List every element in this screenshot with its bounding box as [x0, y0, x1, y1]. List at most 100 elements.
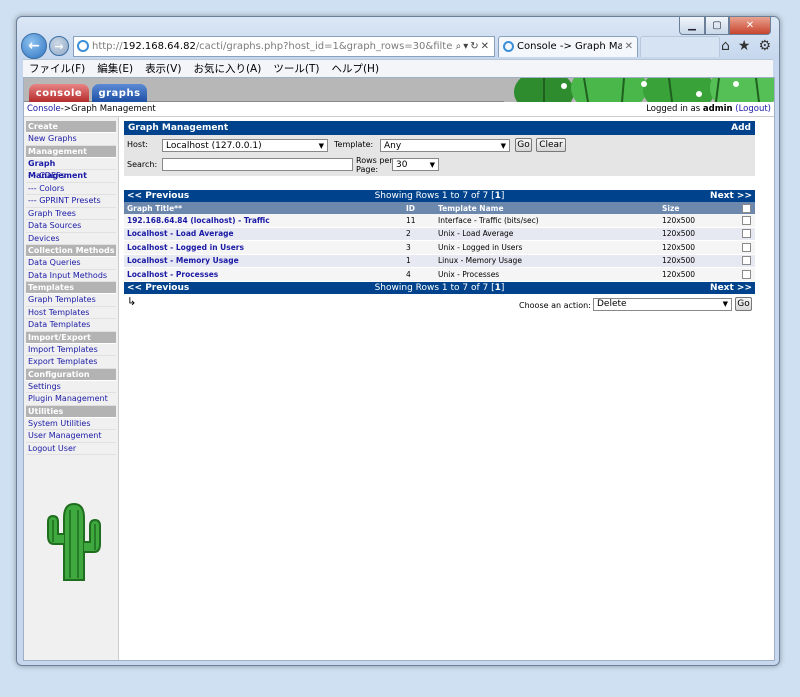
login-status: Logged in as admin (Logout) — [646, 104, 771, 114]
go-filter-button[interactable]: Go — [515, 138, 532, 152]
sidebar-item-gprint-presets[interactable]: --- GPRINT Presets — [26, 195, 116, 208]
column-id[interactable]: ID — [406, 204, 436, 213]
previous-page-link[interactable]: << Previous — [127, 191, 287, 201]
panel-title: Graph Management — [128, 123, 229, 133]
graph-title-link[interactable]: Localhost - Memory Usage — [124, 256, 406, 265]
navigation-bar: ← → http://192.168.64.82/cacti/graphs.ph… — [21, 33, 775, 59]
star-icon[interactable]: ★ — [738, 38, 751, 54]
sidebar-item-settings[interactable]: Settings — [26, 381, 116, 393]
tab-graphs[interactable]: graphs — [92, 84, 147, 102]
row-checkbox[interactable] — [738, 215, 755, 225]
graph-title-link[interactable]: Localhost - Processes — [124, 270, 406, 279]
sidebar-item-devices[interactable]: Devices — [26, 233, 116, 245]
pager-bracket: ] — [500, 282, 505, 293]
clear-filter-button[interactable]: Clear — [536, 138, 566, 152]
table-row: Localhost - Memory Usage 1 Linux - Memory … — [124, 254, 755, 268]
sidebar-item-new-graphs[interactable]: New Graphs — [26, 133, 116, 146]
sidebar-item-data-sources[interactable]: Data Sources — [26, 220, 116, 233]
template-select[interactable]: Any ▼ — [380, 139, 510, 152]
back-arrow-icon[interactable]: ← — [21, 33, 47, 59]
row-checkbox[interactable] — [738, 242, 755, 252]
main-content: Graph Management Add Host: Localhost (12… — [119, 117, 774, 660]
rows-per-page-select[interactable]: 30 ▼ — [392, 158, 439, 171]
menu-help[interactable]: ヘルプ(H) — [325, 61, 385, 76]
breadcrumb-console-link[interactable]: Console — [27, 104, 61, 114]
sidebar-item-graph-management[interactable]: Graph Management — [26, 158, 116, 180]
next-page-link[interactable]: Next >> — [592, 283, 752, 293]
sidebar-item-system-utilities[interactable]: System Utilities — [26, 418, 116, 430]
logout-link[interactable]: (Logout) — [735, 104, 771, 114]
gear-icon[interactable]: ⚙ — [758, 38, 771, 54]
address-tools-icon[interactable]: ⌕▾↻✕ — [456, 41, 491, 52]
graph-title-link[interactable]: 192.168.64.84 (localhost) - Traffic — [124, 216, 406, 225]
cacti-logo — [44, 496, 104, 586]
sidebar-item-graph-templates[interactable]: Graph Templates — [26, 294, 116, 307]
menu-edit[interactable]: 編集(E) — [91, 61, 139, 76]
sidebar-item-plugin-management[interactable]: Plugin Management — [26, 393, 116, 406]
browser-tab[interactable]: Console -> Graph Mana... ✕ — [498, 35, 638, 57]
next-page-link[interactable]: Next >> — [592, 191, 752, 201]
graph-id: 2 — [406, 229, 411, 239]
sidebar-item-data-queries[interactable]: Data Queries — [26, 257, 116, 270]
table-row: Localhost - Processes 4 Unix - Processes 12… — [124, 268, 755, 282]
sidebar-item-data-templates[interactable]: Data Templates — [26, 319, 116, 332]
arrow-down-right-icon: ↳ — [127, 294, 137, 308]
add-graph-link[interactable]: Add — [731, 123, 751, 133]
graph-title-link[interactable]: Localhost - Logged in Users — [124, 243, 406, 252]
template-name: Interface - Traffic (bits/sec) — [438, 215, 539, 225]
menu-tools[interactable]: ツール(T) — [267, 61, 325, 76]
select-all-checkbox[interactable] — [738, 203, 755, 213]
sidebar-item-import-templates[interactable]: Import Templates — [26, 344, 116, 356]
new-tab-button[interactable] — [640, 35, 720, 57]
tab-console[interactable]: console — [29, 84, 89, 102]
menu-view[interactable]: 表示(V) — [139, 61, 187, 76]
column-graph-title[interactable]: Graph Title** — [124, 204, 406, 213]
graph-id: 1 — [406, 256, 411, 266]
menu-file[interactable]: ファイル(F) — [23, 61, 91, 76]
breadcrumb-separator: -> — [60, 104, 71, 114]
row-checkbox[interactable] — [738, 269, 755, 279]
action-select[interactable]: Delete ▼ — [593, 297, 732, 311]
pager-showing-text: Showing Rows 1 to 7 of 7 [ — [374, 282, 495, 293]
action-row: ↳ Choose an action: Delete ▼ Go — [124, 294, 755, 312]
sidebar-item-graph-trees[interactable]: Graph Trees — [26, 208, 116, 220]
graph-title-link[interactable]: Localhost - Load Average — [124, 229, 406, 238]
column-size[interactable]: Size — [662, 204, 738, 213]
previous-page-link[interactable]: << Previous — [127, 283, 287, 293]
rows-per-page-label: Rows per Page: — [356, 156, 393, 174]
row-checkbox[interactable] — [738, 229, 755, 239]
row-checkbox[interactable] — [738, 256, 755, 266]
pager-top: << Previous Showing Rows 1 to 7 of 7 [1]… — [124, 190, 755, 202]
graph-table: 192.168.64.84 (localhost) - Traffic 11 Int… — [124, 214, 774, 282]
address-bar[interactable]: http://192.168.64.82/cacti/graphs.php?ho… — [73, 35, 495, 57]
template-label: Template: — [334, 140, 374, 149]
sidebar-item-user-management[interactable]: User Management — [26, 430, 116, 443]
browser-window: ▁ ▢ ✕ ← → http://192.168.64.82/cacti/gra… — [16, 16, 780, 666]
menu-bar: ファイル(F) 編集(E) 表示(V) お気に入り(A) ツール(T) ヘルプ(… — [23, 59, 773, 77]
sidebar-item-colors[interactable]: --- Colors — [26, 183, 116, 195]
forward-arrow-icon[interactable]: → — [49, 36, 69, 56]
sidebar-item-logout-user[interactable]: Logout User — [26, 443, 116, 455]
sidebar-item-data-input-methods[interactable]: Data Input Methods — [26, 270, 116, 282]
graph-size: 120x500 — [662, 256, 696, 266]
sidebar-item-host-templates[interactable]: Host Templates — [26, 307, 116, 319]
close-tab-icon[interactable]: ✕ — [625, 41, 633, 52]
checkbox-icon — [742, 229, 751, 239]
breadcrumb-current: Graph Management — [70, 104, 156, 114]
chevron-down-icon: ▼ — [722, 300, 728, 308]
template-name: Linux - Memory Usage — [438, 256, 522, 266]
home-icon[interactable]: ⌂ — [721, 38, 730, 54]
search-input[interactable] — [162, 158, 353, 171]
pager-status: Showing Rows 1 to 7 of 7 [1] — [287, 191, 592, 201]
table-header: Graph Title** ID Template Name Size — [124, 202, 755, 214]
action-label: Choose an action: — [519, 300, 591, 310]
menu-favorites[interactable]: お気に入り(A) — [187, 61, 267, 76]
ie-logo-icon — [503, 41, 514, 52]
search-label: Search: — [127, 160, 158, 169]
pager-showing-text: Showing Rows 1 to 7 of 7 [ — [374, 191, 495, 201]
host-select[interactable]: Localhost (127.0.0.1) ▼ — [162, 139, 328, 152]
go-action-button[interactable]: Go — [735, 296, 752, 311]
sidebar-item-export-templates[interactable]: Export Templates — [26, 356, 116, 369]
host-select-value: Localhost (127.0.0.1) — [166, 140, 262, 151]
column-template-name[interactable]: Template Name — [436, 204, 662, 213]
